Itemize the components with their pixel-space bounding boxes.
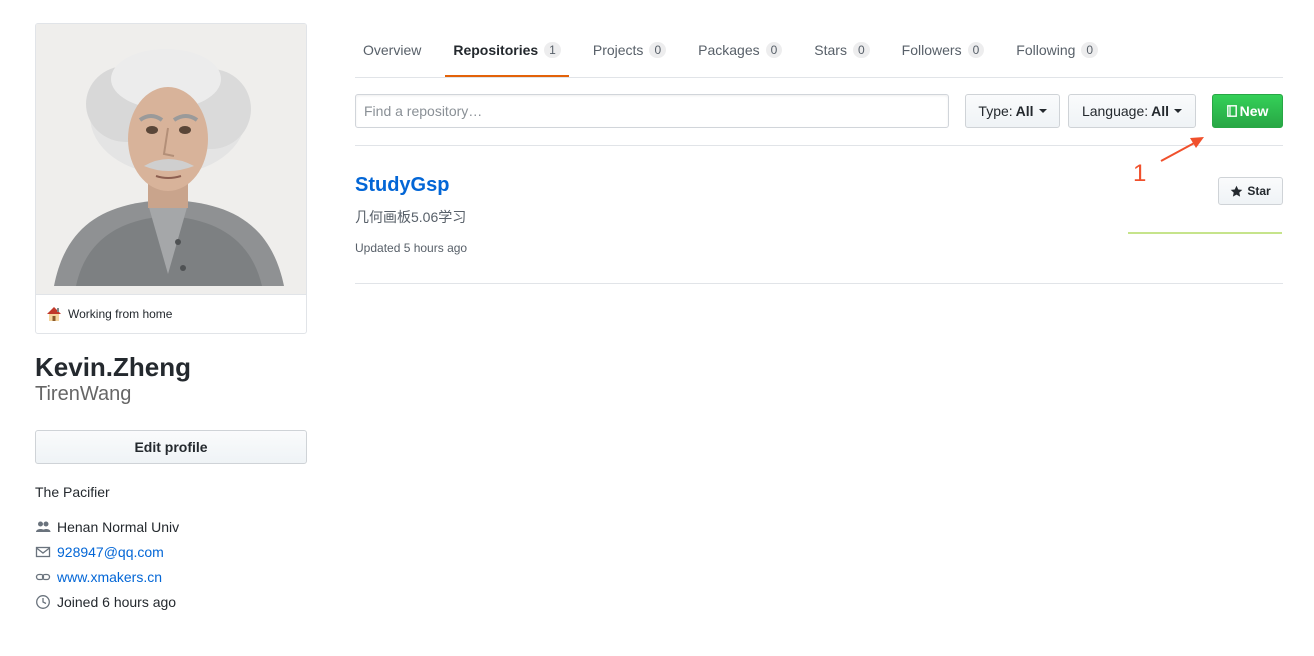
joined-item: Joined 6 hours ago <box>35 589 307 614</box>
tab-label: Stars <box>814 41 847 58</box>
language-filter-value: All <box>1151 103 1170 119</box>
star-button[interactable]: Star <box>1218 177 1283 205</box>
repo-updated-time: Updated 5 hours ago <box>355 241 468 255</box>
star-button-label: Star <box>1247 184 1271 198</box>
joined-text: Joined 6 hours ago <box>57 593 177 610</box>
profile-bio: The Pacifier <box>35 484 110 500</box>
profile-sidebar: Working from home Kevin.Zheng TirenWang … <box>35 23 307 614</box>
caret-down-icon <box>1174 109 1183 113</box>
caret-down-icon <box>1038 109 1047 113</box>
repo-filter-bar: Type: All Language: All New <box>355 78 1283 146</box>
website-link[interactable]: www.xmakers.cn <box>57 569 162 585</box>
people-icon <box>36 521 51 532</box>
tab-counter: 0 <box>649 41 667 58</box>
repo-description: 几何画板5.06学习 <box>355 209 467 225</box>
tab-counter: 0 <box>967 41 985 58</box>
tab-label: Following <box>1016 41 1076 58</box>
tab-label: Followers <box>901 41 962 58</box>
avatar[interactable] <box>36 24 306 294</box>
annotation-number: 1 <box>1133 160 1147 187</box>
tab-following[interactable]: Following 0 <box>1008 23 1106 76</box>
language-filter-label: Language: <box>1081 103 1149 119</box>
profile-username: TirenWang <box>35 383 132 405</box>
new-button-label: New <box>1239 103 1269 119</box>
tab-counter: 0 <box>852 41 870 58</box>
tab-label: Repositories <box>453 41 539 58</box>
star-icon <box>1231 185 1243 197</box>
main-content: Overview Repositories 1 Projects 0 Packa… <box>355 23 1283 284</box>
annotation-arrow <box>1160 137 1204 162</box>
type-filter-button[interactable]: Type: All <box>965 94 1060 128</box>
avatar-card: Working from home <box>35 23 307 334</box>
activity-sparkline <box>1128 232 1282 234</box>
tab-counter: 0 <box>1081 41 1099 58</box>
edit-profile-button[interactable]: Edit profile <box>35 430 307 464</box>
tab-overview[interactable]: Overview <box>355 23 429 76</box>
language-filter-button[interactable]: Language: All <box>1068 94 1196 128</box>
website-item: www.xmakers.cn <box>35 564 307 589</box>
tab-label: Overview <box>363 41 422 58</box>
tab-label: Packages <box>698 41 760 58</box>
tab-stars[interactable]: Stars 0 <box>806 23 877 76</box>
status-text: Working from home <box>68 307 173 321</box>
profile-details: Henan Normal Univ 928947@qq.com www.xmak… <box>35 514 307 614</box>
tab-counter: 1 <box>544 41 561 58</box>
tab-followers[interactable]: Followers 0 <box>894 23 993 76</box>
email-item: 928947@qq.com <box>35 539 307 564</box>
tab-counter: 0 <box>765 41 783 58</box>
organization-text: Henan Normal Univ <box>57 518 180 535</box>
profile-full-name: Kevin.Zheng <box>35 352 192 382</box>
email-link[interactable]: 928947@qq.com <box>57 544 164 560</box>
type-filter-label: Type: <box>978 103 1013 119</box>
tab-projects[interactable]: Projects 0 <box>585 23 674 76</box>
user-status[interactable]: Working from home <box>36 294 306 333</box>
tab-repositories[interactable]: Repositories 1 <box>445 23 569 77</box>
house-icon <box>47 307 61 321</box>
tab-packages[interactable]: Packages 0 <box>690 23 790 76</box>
repo-name-link[interactable]: StudyGsp <box>355 174 449 197</box>
link-icon <box>35 573 51 580</box>
profile-tabs: Overview Repositories 1 Projects 0 Packa… <box>355 23 1283 78</box>
type-filter-value: All <box>1015 103 1034 119</box>
organization-item: Henan Normal Univ <box>35 514 307 539</box>
repo-icon <box>1226 105 1237 117</box>
mail-icon <box>35 546 51 557</box>
new-repository-button[interactable]: New <box>1212 94 1283 128</box>
clock-icon <box>36 594 50 609</box>
tab-label: Projects <box>592 41 644 58</box>
find-repository-input[interactable] <box>355 94 949 128</box>
